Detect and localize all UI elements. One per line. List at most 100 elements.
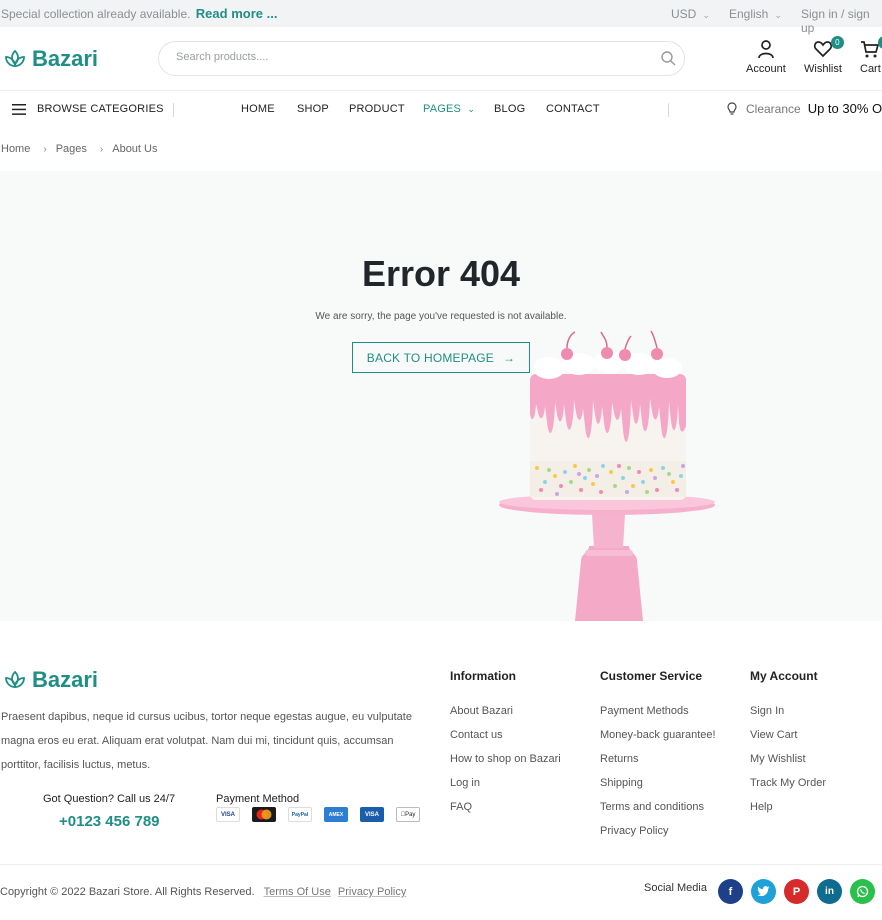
- visa-blue-card-icon: VISA: [360, 807, 384, 822]
- footer-link[interactable]: Payment Methods: [600, 705, 716, 729]
- account-button[interactable]: Account: [746, 39, 786, 75]
- heart-icon: [813, 41, 833, 58]
- nav-home[interactable]: HOME: [241, 103, 275, 115]
- currency-selector[interactable]: USD ⌄: [671, 7, 710, 21]
- breadcrumb-current: About Us: [112, 143, 158, 155]
- footer-link[interactable]: Money-back guarantee!: [600, 729, 716, 753]
- footer-link[interactable]: Shipping: [600, 777, 716, 801]
- social-media-label: Social Media: [644, 882, 707, 894]
- breadcrumb-pages[interactable]: Pages: [56, 143, 87, 155]
- footer-link[interactable]: Returns: [600, 753, 716, 777]
- back-to-homepage-button[interactable]: BACK TO HOMEPAGE →: [352, 342, 530, 373]
- site-header: Bazari Account 0 Wishlist: [0, 27, 882, 91]
- read-more-link[interactable]: Read more ...: [196, 6, 278, 21]
- footer-link[interactable]: Privacy Policy: [600, 825, 716, 849]
- apple-pay-icon: Pay: [396, 807, 420, 822]
- language-value: English: [729, 7, 769, 21]
- visa-card-icon: VISA: [216, 807, 240, 822]
- clearance-label: Clearance: [746, 101, 801, 116]
- wishlist-button[interactable]: 0 Wishlist: [804, 36, 844, 75]
- footer-logo[interactable]: Bazari: [4, 667, 98, 693]
- footer-link[interactable]: My Wishlist: [750, 753, 826, 777]
- whatsapp-icon[interactable]: [850, 879, 875, 904]
- footer-link[interactable]: Track My Order: [750, 777, 826, 801]
- footer-link[interactable]: View Cart: [750, 729, 826, 753]
- footer-link[interactable]: FAQ: [450, 801, 561, 825]
- leaf-logo-icon: [5, 670, 25, 688]
- paypal-icon: PayPal: [288, 807, 312, 822]
- nav-product[interactable]: PRODUCT: [349, 103, 405, 115]
- back-to-homepage-label: BACK TO HOMEPAGE: [366, 350, 495, 365]
- search-icon[interactable]: [660, 50, 677, 67]
- payment-method-label: Payment Method: [216, 793, 300, 805]
- chevron-right-icon: ›: [43, 143, 47, 155]
- support-question: Got Question? Call us 24/7: [43, 793, 176, 805]
- nav-blog[interactable]: BLOG: [494, 103, 525, 115]
- breadcrumb: Home › Pages › About Us: [1, 143, 157, 155]
- privacy-link[interactable]: Privacy Policy: [338, 886, 406, 898]
- footer-logo-text: Bazari: [32, 667, 99, 692]
- nav-divider: [668, 103, 669, 117]
- copyright-bar: Copyright © 2022 Bazari Store. All Right…: [0, 886, 406, 898]
- footer-column-customer-service: Customer Service Payment Methods Money-b…: [600, 669, 716, 849]
- wishlist-label: Wishlist: [804, 63, 842, 75]
- footer-column-information: Information About Bazari Contact us How …: [450, 669, 561, 825]
- cart-button[interactable]: 0 Cart: [860, 36, 882, 75]
- nav-pages[interactable]: PAGES ⌄: [423, 103, 475, 115]
- logo-text: Bazari: [32, 46, 99, 71]
- payment-cards: VISA PayPal AMEX VISA Pay: [216, 807, 432, 822]
- footer-link[interactable]: Sign In: [750, 705, 826, 729]
- footer-link[interactable]: Help: [750, 801, 826, 825]
- chevron-down-icon: ⌄: [702, 10, 710, 20]
- nav-pages-label: PAGES: [423, 103, 462, 115]
- error-title: Error 404: [361, 253, 521, 294]
- error-message: We are sorry, the page you've requested …: [315, 311, 567, 322]
- chevron-down-icon: ⌄: [774, 10, 782, 20]
- search-bar: [158, 41, 685, 76]
- logo[interactable]: Bazari: [4, 46, 98, 72]
- support-phone[interactable]: +0123 456 789: [59, 813, 160, 830]
- footer-column-my-account: My Account Sign In View Cart My Wishlist…: [750, 669, 826, 825]
- promo-banner: Special collection already available. Re…: [1, 6, 277, 21]
- footer-column-title: Customer Service: [600, 669, 703, 683]
- chevron-down-icon: ⌄: [467, 104, 476, 114]
- menu-icon: [12, 103, 26, 115]
- top-bar: Special collection already available. Re…: [0, 0, 882, 35]
- lightbulb-icon: [727, 101, 737, 115]
- twitter-icon[interactable]: [751, 879, 776, 904]
- leaf-logo-icon: [5, 49, 25, 67]
- facebook-icon[interactable]: f: [718, 879, 743, 904]
- language-selector[interactable]: English ⌄: [729, 7, 782, 21]
- footer-link[interactable]: How to shop on Bazari: [450, 753, 561, 777]
- footer-link[interactable]: Terms and conditions: [600, 801, 716, 825]
- nav-shop[interactable]: SHOP: [297, 103, 329, 115]
- chevron-right-icon: ›: [99, 143, 104, 155]
- promo-text: Special collection already available.: [1, 7, 191, 21]
- currency-value: USD: [671, 7, 697, 21]
- cart-label: Cart: [860, 63, 881, 75]
- mastercard-icon: [252, 807, 276, 822]
- footer-column-title: My Account: [750, 669, 818, 683]
- clearance-promo[interactable]: Clearance Up to 30% Off: [727, 101, 882, 116]
- browse-categories-button[interactable]: BROWSE CATEGORIES: [12, 103, 164, 115]
- linkedin-icon[interactable]: in: [817, 879, 842, 904]
- error-section: Error 404 We are sorry, the page you've …: [0, 171, 882, 621]
- nav-contact[interactable]: CONTACT: [546, 103, 600, 115]
- copyright-text: Copyright © 2022 Bazari Store. All Right…: [0, 886, 255, 898]
- sprinkles: [530, 461, 686, 497]
- footer-link[interactable]: Log in: [450, 777, 561, 801]
- pinterest-icon[interactable]: P: [784, 879, 809, 904]
- breadcrumb-home[interactable]: Home: [1, 143, 30, 155]
- user-icon: [758, 40, 774, 59]
- footer-column-title: Information: [450, 669, 516, 683]
- terms-link[interactable]: Terms Of Use: [264, 886, 331, 898]
- search-input[interactable]: [176, 51, 646, 63]
- main-nav: BROWSE CATEGORIES HOME SHOP PRODUCT PAGE…: [0, 91, 882, 127]
- footer-link[interactable]: Contact us: [450, 729, 561, 753]
- account-label: Account: [746, 63, 786, 75]
- arrow-right-icon: →: [503, 350, 516, 365]
- footer-description: Praesent dapibus, neque id cursus ucibus…: [1, 711, 412, 771]
- nav-divider: [173, 103, 174, 117]
- footer-divider: [0, 864, 882, 865]
- footer-link[interactable]: About Bazari: [450, 705, 561, 729]
